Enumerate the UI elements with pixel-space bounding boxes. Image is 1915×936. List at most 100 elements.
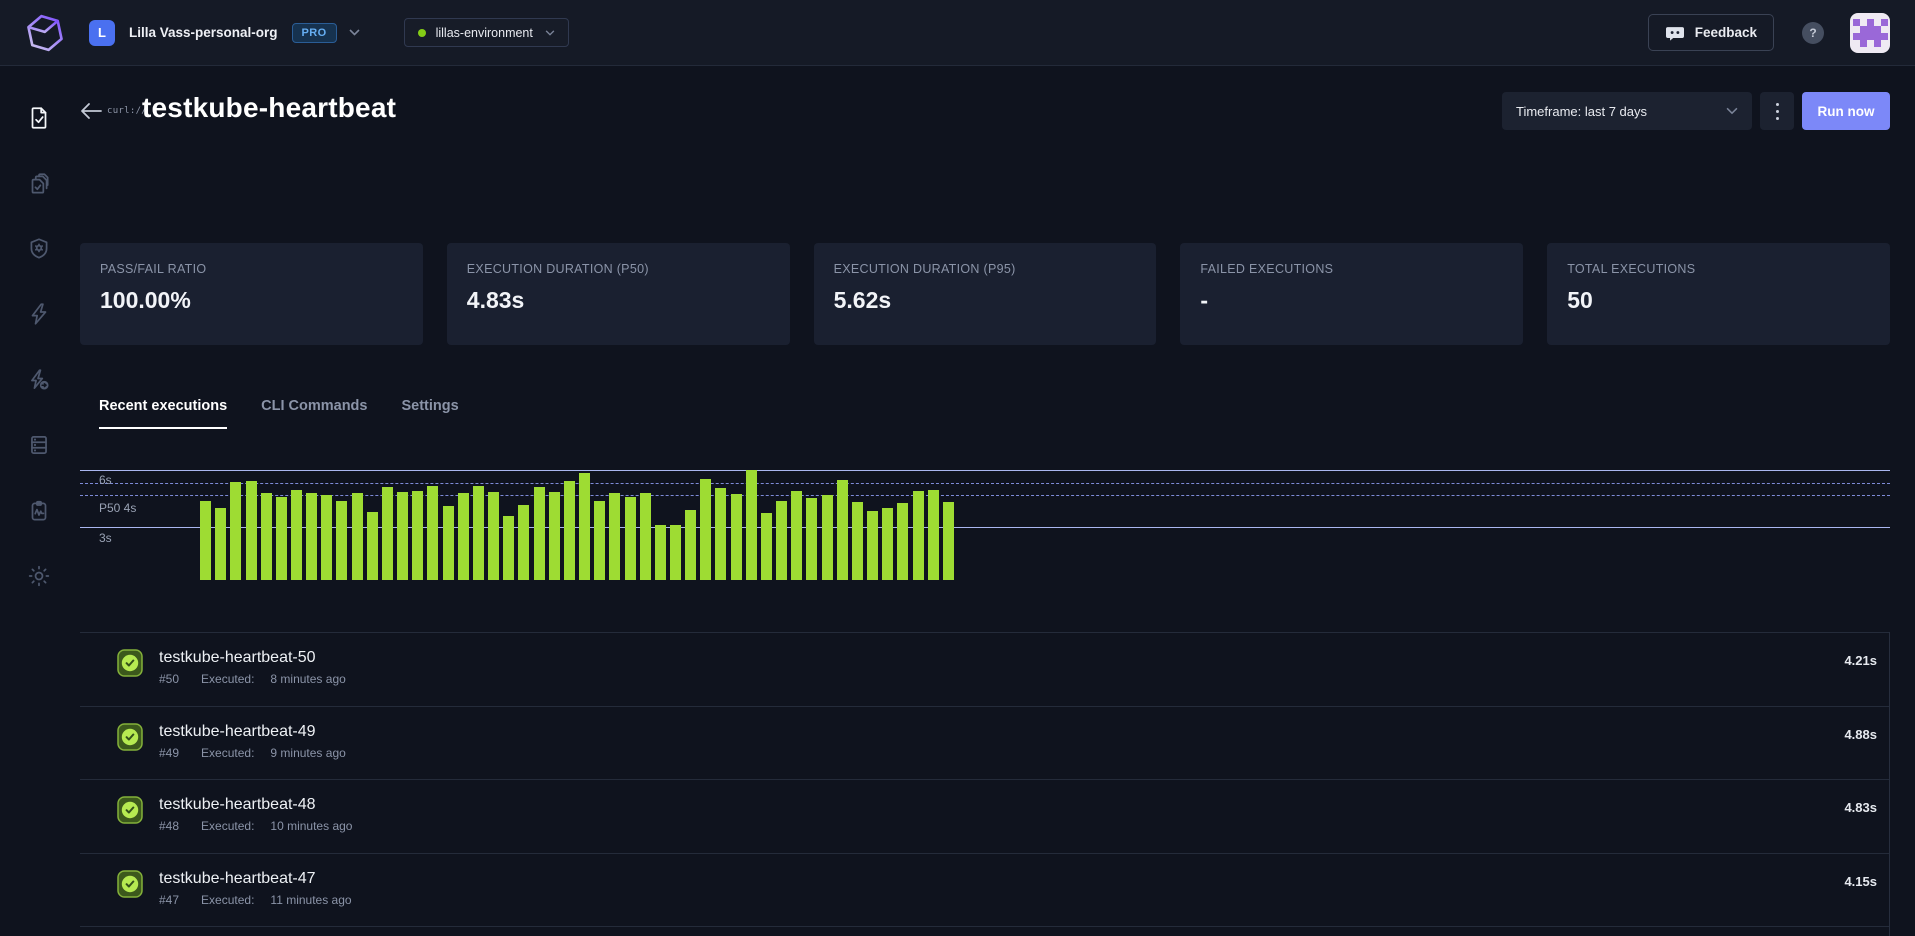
execution-row[interactable]: testkube-heartbeat-48#48Executed:10 minu… — [80, 779, 1889, 853]
sidebar-item-executors[interactable] — [19, 229, 59, 269]
tab-recent-executions[interactable]: Recent executions — [99, 398, 227, 429]
duration-bar[interactable] — [731, 494, 742, 580]
duration-bar[interactable] — [336, 501, 347, 580]
environment-selector[interactable]: lillas-environment — [404, 18, 569, 47]
org-selector[interactable]: L Lilla Vass-personal-org PRO — [89, 20, 360, 46]
duration-bar[interactable] — [443, 506, 454, 580]
execution-text: testkube-heartbeat-50#50Executed:8 minut… — [159, 648, 346, 686]
duration-bar[interactable] — [488, 492, 499, 580]
duration-bar[interactable] — [306, 493, 317, 580]
duration-bar[interactable] — [913, 491, 924, 580]
executed-label: Executed: — [201, 893, 254, 907]
environment-name: lillas-environment — [436, 26, 533, 40]
metric-value: 5.62s — [834, 287, 1137, 314]
duration-bar[interactable] — [215, 508, 226, 580]
metric-label: EXECUTION DURATION (P50) — [467, 262, 770, 276]
duration-bar[interactable] — [382, 487, 393, 580]
duration-bar[interactable] — [685, 510, 696, 580]
duration-bar[interactable] — [200, 501, 211, 580]
executed-label: Executed: — [201, 746, 254, 760]
execution-meta: #49Executed:9 minutes ago — [159, 746, 346, 760]
execution-row[interactable]: testkube-heartbeat-50#50Executed:8 minut… — [80, 632, 1889, 706]
duration-bar[interactable] — [579, 473, 590, 580]
timeframe-dropdown[interactable]: Timeframe: last 7 days — [1502, 92, 1752, 130]
duration-bar[interactable] — [609, 493, 620, 580]
user-avatar[interactable] — [1850, 13, 1890, 53]
sources-server-icon — [26, 432, 52, 458]
help-button[interactable]: ? — [1802, 22, 1824, 44]
sidebar-item-sources[interactable] — [19, 425, 59, 465]
duration-bar[interactable] — [837, 480, 848, 580]
duration-bar[interactable] — [746, 470, 757, 580]
duration-bar[interactable] — [715, 488, 726, 581]
more-actions-button[interactable] — [1760, 92, 1794, 130]
tab-bar: Recent executions CLI Commands Settings — [99, 398, 459, 429]
duration-bar[interactable] — [397, 492, 408, 580]
tab-cli-commands[interactable]: CLI Commands — [261, 398, 367, 429]
duration-bar[interactable] — [928, 490, 939, 580]
sidebar-item-status-pages[interactable] — [19, 491, 59, 531]
duration-bar[interactable] — [822, 495, 833, 580]
duration-bar[interactable] — [852, 502, 863, 580]
duration-bar[interactable] — [534, 487, 545, 580]
duration-bar[interactable] — [776, 501, 787, 581]
duration-bar[interactable] — [897, 503, 908, 580]
metric-card: PASS/FAIL RATIO100.00% — [80, 243, 423, 345]
execution-row[interactable]: testkube-heartbeat-47#47Executed:11 minu… — [80, 853, 1889, 927]
execution-status — [117, 723, 143, 756]
duration-bar[interactable] — [594, 501, 605, 580]
sidebar-item-webhooks[interactable] — [19, 294, 59, 334]
duration-bar[interactable] — [427, 486, 438, 580]
duration-bar[interactable] — [276, 497, 287, 580]
duration-bar[interactable] — [943, 502, 954, 580]
duration-bar[interactable] — [367, 512, 378, 581]
duration-bar[interactable] — [867, 511, 878, 580]
environment-status-dot — [418, 29, 426, 37]
tab-settings[interactable]: Settings — [401, 398, 458, 429]
executors-shield-icon — [26, 236, 52, 262]
chevron-down-icon — [545, 30, 555, 36]
duration-bar[interactable] — [791, 491, 802, 580]
duration-bar[interactable] — [246, 481, 257, 580]
feedback-button[interactable]: Feedback — [1648, 14, 1774, 51]
duration-bar[interactable] — [291, 490, 302, 580]
execution-text: testkube-heartbeat-49#49Executed:9 minut… — [159, 722, 346, 760]
duration-bar[interactable] — [625, 497, 636, 580]
duration-bar[interactable] — [670, 525, 681, 581]
execution-duration: 4.83s — [1844, 800, 1877, 815]
duration-bar[interactable] — [230, 482, 241, 580]
metric-label: EXECUTION DURATION (P95) — [834, 262, 1137, 276]
execution-number: #50 — [159, 672, 179, 686]
run-now-button[interactable]: Run now — [1802, 92, 1890, 130]
duration-bar[interactable] — [503, 516, 514, 580]
duration-bar[interactable] — [321, 495, 332, 580]
sidebar-item-test-suites[interactable] — [19, 164, 59, 204]
passed-status-icon — [117, 723, 143, 751]
duration-bar[interactable] — [473, 486, 484, 580]
plan-badge: PRO — [292, 23, 337, 43]
duration-bar[interactable] — [564, 481, 575, 580]
duration-bar[interactable] — [882, 508, 893, 580]
duration-bar[interactable] — [412, 491, 423, 580]
duration-bar[interactable] — [518, 505, 529, 580]
execution-row[interactable]: testkube-heartbeat-49#49Executed:9 minut… — [80, 706, 1889, 780]
duration-bar[interactable] — [352, 493, 363, 580]
testkube-logo-icon[interactable] — [23, 10, 67, 56]
metric-label: FAILED EXECUTIONS — [1200, 262, 1503, 276]
duration-bar[interactable] — [700, 479, 711, 580]
duration-bar[interactable] — [549, 492, 560, 580]
duration-bar[interactable] — [640, 493, 651, 580]
org-name: Lilla Vass-personal-org — [129, 25, 278, 40]
duration-bar[interactable] — [458, 493, 469, 580]
execution-number: #47 — [159, 893, 179, 907]
sidebar-item-triggers[interactable] — [19, 360, 59, 400]
axis-label-6s: 6s — [99, 473, 112, 487]
duration-bar[interactable] — [806, 498, 817, 580]
duration-bar[interactable] — [261, 493, 272, 580]
duration-bar[interactable] — [655, 525, 666, 581]
sidebar-item-settings[interactable] — [19, 556, 59, 596]
sidebar-item-tests[interactable] — [19, 98, 59, 138]
execution-status — [117, 649, 143, 682]
back-button[interactable] — [78, 100, 104, 124]
duration-bar[interactable] — [761, 513, 772, 581]
